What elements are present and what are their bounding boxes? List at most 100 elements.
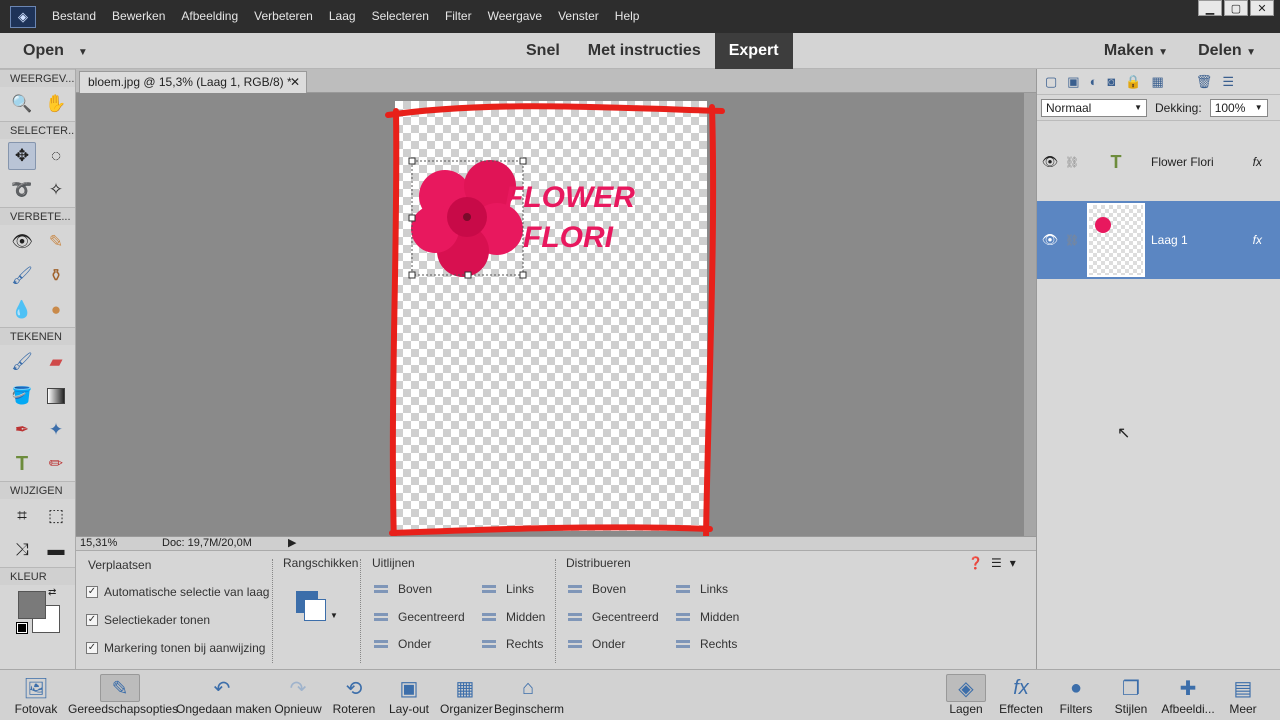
eraser-icon[interactable]: ▰ bbox=[42, 348, 70, 376]
blend-mode-select[interactable]: Normaal ▼ bbox=[1041, 98, 1147, 117]
collapse-options-icon[interactable]: ▾ bbox=[1010, 556, 1016, 570]
close-icon[interactable]: ✕ bbox=[1250, 0, 1274, 16]
layer-fx-icon[interactable]: fx bbox=[1253, 233, 1262, 247]
align-center-button[interactable]: Gecentreerd bbox=[374, 610, 465, 624]
custom-shape-icon[interactable]: ✦ bbox=[42, 416, 70, 444]
show-bounding-box-checkbox[interactable]: ✓ Selectiekader tonen bbox=[86, 613, 210, 627]
maken-button[interactable]: Maken ▼ bbox=[1104, 42, 1168, 60]
roteren-button[interactable]: ⟲ Roteren bbox=[332, 674, 376, 717]
swap-colors-icon[interactable]: ⇄ bbox=[48, 587, 56, 598]
layer-flower-flori[interactable]: 👁 ⛓ T Flower Flori fx bbox=[1037, 123, 1280, 201]
layers-menu-icon[interactable]: ☰ bbox=[1222, 74, 1234, 90]
new-group-icon[interactable]: ▣ bbox=[1067, 74, 1079, 90]
link-icon[interactable]: ⛓ bbox=[1063, 156, 1081, 169]
paint-bucket-icon[interactable]: 🪣 bbox=[8, 382, 36, 410]
visibility-eye-icon[interactable]: 👁 bbox=[1037, 232, 1063, 248]
layer-laag-1[interactable]: 👁 ⛓ Laag 1 fx bbox=[1037, 201, 1280, 279]
menu-laag[interactable]: Laag bbox=[321, 0, 364, 33]
align-bottom-button[interactable]: Onder bbox=[374, 637, 431, 651]
zoom-tool-icon[interactable]: 🔍 bbox=[8, 90, 36, 118]
afbeeldingen-button[interactable]: ✚ Afbeeldi... bbox=[1160, 674, 1216, 717]
distribute-left-button[interactable]: Links bbox=[676, 582, 728, 596]
visibility-eye-icon[interactable]: 👁 bbox=[1037, 154, 1063, 170]
gereedschapsopties-button[interactable]: ✎ Gereedschapsopties bbox=[68, 674, 178, 716]
distribute-center-button[interactable]: Gecentreerd bbox=[568, 610, 659, 624]
distribute-right-button[interactable]: Rechts bbox=[676, 637, 737, 651]
menu-selecteren[interactable]: Selecteren bbox=[364, 0, 437, 33]
lock-all-icon[interactable]: 🔒 bbox=[1125, 74, 1141, 90]
minimize-icon[interactable]: ▁ bbox=[1198, 0, 1222, 16]
type-tool-icon[interactable]: T bbox=[8, 450, 36, 478]
recompose-icon[interactable]: ⬚ bbox=[42, 502, 70, 530]
align-right-button[interactable]: Rechts bbox=[482, 637, 543, 651]
adjustment-layer-icon[interactable]: ◐ bbox=[1090, 74, 1098, 89]
status-menu-arrow-icon[interactable]: ▶ bbox=[288, 537, 296, 550]
align-top-button[interactable]: Boven bbox=[374, 582, 432, 596]
menu-filter[interactable]: Filter bbox=[437, 0, 480, 33]
menu-bewerken[interactable]: Bewerken bbox=[104, 0, 173, 33]
distribute-bottom-button[interactable]: Onder bbox=[568, 637, 625, 651]
panel-menu-icon[interactable]: ☰ bbox=[991, 556, 1002, 570]
menu-venster[interactable]: Venster bbox=[550, 0, 607, 33]
effecten-button[interactable]: fx Effecten bbox=[998, 674, 1044, 717]
auto-select-layer-checkbox[interactable]: ✓ Automatische selectie van laag bbox=[86, 585, 269, 599]
arrange-dropdown-icon[interactable]: ▼ bbox=[294, 589, 338, 625]
pencil-icon[interactable]: ✏ bbox=[42, 450, 70, 478]
blur-icon[interactable]: 💧 bbox=[8, 296, 36, 324]
organizer-button[interactable]: ▦ Organizer bbox=[440, 674, 493, 717]
show-highlight-checkbox[interactable]: ✓ Markering tonen bij aanwijzing bbox=[86, 641, 265, 655]
link-icon[interactable]: ⛓ bbox=[1063, 234, 1081, 247]
tab-snel[interactable]: Snel bbox=[512, 33, 574, 69]
sponge-icon[interactable]: ● bbox=[42, 296, 70, 324]
tab-expert[interactable]: Expert bbox=[714, 33, 793, 69]
document-tab[interactable]: bloem.jpg @ 15,3% (Laag 1, RGB/8) * ✕ bbox=[79, 71, 307, 93]
distribute-top-button[interactable]: Boven bbox=[568, 582, 626, 596]
content-aware-move-icon[interactable]: ⤨ bbox=[8, 536, 36, 564]
vertical-scrollbar[interactable] bbox=[1024, 93, 1036, 536]
ongedaan-maken-button[interactable]: ↶ Ongedaan maken bbox=[176, 674, 271, 717]
magic-wand-icon[interactable]: ✧ bbox=[42, 176, 70, 204]
layer-fx-icon[interactable]: fx bbox=[1253, 155, 1262, 169]
eyedropper-icon[interactable]: ✒ bbox=[8, 416, 36, 444]
lasso-tool-icon[interactable]: ➰ bbox=[8, 176, 36, 204]
crop-icon[interactable]: ⌗ bbox=[8, 502, 36, 530]
meer-button[interactable]: ▤ Meer bbox=[1226, 674, 1260, 717]
beginscherm-button[interactable]: ⌂ Beginscherm bbox=[494, 674, 564, 717]
ellipse-marquee-icon[interactable]: ◌ bbox=[42, 142, 70, 170]
fotovak-button[interactable]: 🖼 Fotovak bbox=[14, 674, 58, 717]
align-middle-button[interactable]: Midden bbox=[482, 610, 545, 624]
red-eye-icon[interactable]: 👁 bbox=[8, 228, 36, 256]
opnieuw-button[interactable]: ↷ Opnieuw bbox=[274, 674, 322, 717]
tab-met-instructies[interactable]: Met instructies bbox=[574, 33, 715, 69]
maximize-icon[interactable]: ▢ bbox=[1224, 0, 1248, 16]
menu-bestand[interactable]: Bestand bbox=[44, 0, 104, 33]
close-tab-icon[interactable]: ✕ bbox=[290, 72, 300, 92]
menu-weergave[interactable]: Weergave bbox=[480, 0, 550, 33]
help-icon[interactable]: ❓ bbox=[968, 556, 983, 570]
move-tool-icon[interactable]: ✥ bbox=[8, 142, 36, 170]
lock-transparency-icon[interactable]: ▦ bbox=[1152, 74, 1164, 90]
healing-brush-icon[interactable]: ✎ bbox=[42, 228, 70, 256]
opacity-select[interactable]: 100% ▼ bbox=[1209, 98, 1268, 117]
zoom-level[interactable]: 15,31% bbox=[80, 537, 117, 550]
delen-button[interactable]: Delen ▼ bbox=[1198, 42, 1256, 60]
straighten-icon[interactable]: ▬ bbox=[42, 536, 70, 564]
menu-help[interactable]: Help bbox=[607, 0, 648, 33]
lay-out-button[interactable]: ▣ Lay-out bbox=[388, 674, 430, 717]
open-button[interactable]: Open ▼ bbox=[23, 42, 88, 60]
menu-verbeteren[interactable]: Verbeteren bbox=[246, 0, 321, 33]
delete-layer-icon[interactable]: 🗑 bbox=[1196, 74, 1213, 90]
stijlen-button[interactable]: ❐ Stijlen bbox=[1112, 674, 1150, 717]
lagen-button[interactable]: ◈ Lagen bbox=[946, 674, 986, 716]
new-layer-icon[interactable]: ▢ bbox=[1045, 74, 1057, 90]
brush-icon[interactable]: 🖌 bbox=[8, 348, 36, 376]
filters-button[interactable]: ● Filters bbox=[1058, 674, 1094, 717]
foreground-color-swatch[interactable] bbox=[18, 591, 46, 619]
smart-brush-icon[interactable]: 🖌 bbox=[8, 262, 36, 290]
default-colors-icon[interactable] bbox=[16, 622, 28, 634]
distribute-middle-button[interactable]: Midden bbox=[676, 610, 739, 624]
hand-tool-icon[interactable]: ✋ bbox=[42, 90, 70, 118]
gradient-icon[interactable] bbox=[42, 382, 70, 410]
align-left-button[interactable]: Links bbox=[482, 582, 534, 596]
menu-afbeelding[interactable]: Afbeelding bbox=[173, 0, 246, 33]
